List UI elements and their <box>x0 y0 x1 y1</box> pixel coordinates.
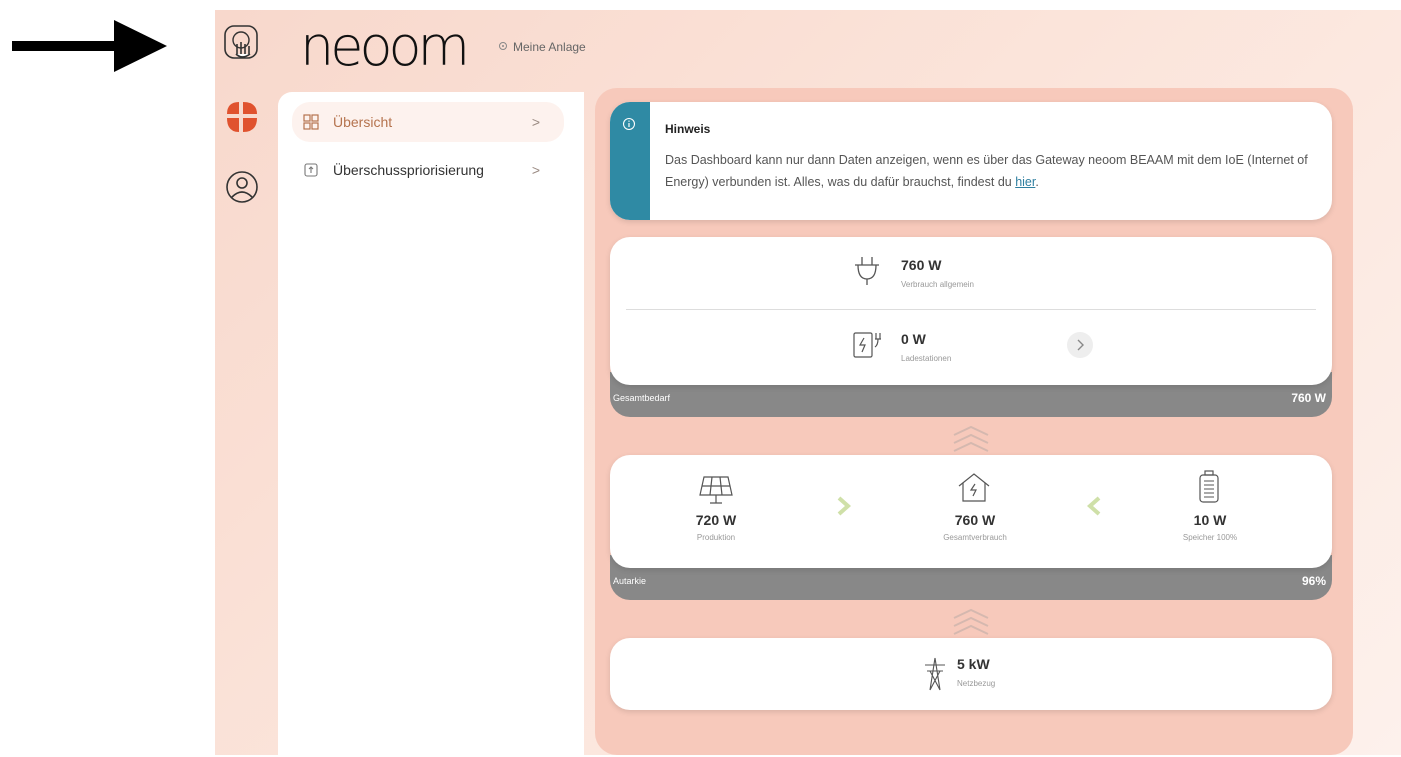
battery-storage-icon <box>1199 470 1219 503</box>
app-window: neoom Meine Anlage Übersicht > Überschus… <box>215 10 1401 755</box>
flow-left-chevron-icon <box>1086 496 1101 516</box>
location-pin-icon <box>499 42 507 50</box>
flow-right-chevron-icon <box>837 496 852 516</box>
notice-body: Das Dashboard kann nur dann Daten anzeig… <box>665 153 1308 189</box>
grid-icon <box>303 114 319 130</box>
plug-icon <box>855 257 879 285</box>
charging-label: Ladestationen <box>901 354 952 363</box>
charging-station-icon <box>853 332 881 358</box>
nav-item-label: Übersicht <box>333 114 393 130</box>
neoom-logo[interactable]: neoom <box>300 20 470 74</box>
chevron-right-circle-icon[interactable] <box>1066 331 1094 359</box>
divider <box>626 309 1316 310</box>
nav-item-ueberschusspriorisierung[interactable]: Überschusspriorisierung > <box>292 150 564 190</box>
hinweis-notice: Hinweis Das Dashboard kann nur dann Date… <box>610 102 1332 220</box>
autarkie-value: 96% <box>1301 574 1326 588</box>
dashboard-content: Hinweis Das Dashboard kann nur dann Date… <box>595 88 1353 755</box>
notice-end: . <box>1035 175 1039 189</box>
info-icon <box>622 117 636 131</box>
nav-item-uebersicht[interactable]: Übersicht > <box>292 102 564 142</box>
annotation-arrow <box>12 20 167 72</box>
solar-panel-icon <box>699 476 733 504</box>
dashboard-hand-icon[interactable] <box>223 24 261 62</box>
production-value: 720 W <box>695 512 737 528</box>
user-profile-icon[interactable] <box>223 168 261 206</box>
storage-label: Speicher 100% <box>1182 533 1238 542</box>
chevron-right-icon: > <box>531 162 540 178</box>
grid-card: 5 kW Netzbezug <box>610 638 1332 710</box>
notice-title: Hinweis <box>665 122 711 136</box>
notice-text: Das Dashboard kann nur dann Daten anzeig… <box>665 149 1325 193</box>
gesamtbedarf-label: Gesamtbedarf <box>613 393 671 403</box>
demand-card: 760 W Verbrauch allgemein 0 W Ladestatio… <box>610 237 1332 385</box>
consumption-label: Verbrauch allgemein <box>901 280 974 289</box>
chevron-right-icon: > <box>531 114 540 130</box>
total-consumption-value: 760 W <box>954 512 996 528</box>
autarkie-label: Autarkie <box>613 576 647 586</box>
nav-item-label: Überschusspriorisierung <box>333 162 484 178</box>
energy-flow-card: 720 W Produktion 760 W Gesamtverbrauch 1… <box>610 455 1332 568</box>
flow-chevrons-up-icon <box>953 608 989 635</box>
icon-rail <box>215 10 277 755</box>
total-consumption-label: Gesamtverbrauch <box>943 533 1007 542</box>
consumption-value: 760 W <box>901 257 942 273</box>
charging-value: 0 W <box>901 331 926 347</box>
side-navigation: Übersicht > Überschusspriorisierung > <box>278 92 584 755</box>
flow-chevrons-up-icon <box>953 425 989 452</box>
production-label: Produktion <box>696 533 736 542</box>
storage-value: 10 W <box>1193 512 1227 528</box>
priority-icon <box>304 163 318 177</box>
house-energy-icon <box>958 473 990 502</box>
grid-label: Netzbezug <box>957 679 996 688</box>
neoom-brand-icon[interactable] <box>223 98 261 136</box>
location-label: Meine Anlage <box>513 40 586 54</box>
grid-value: 5 kW <box>957 656 990 672</box>
power-pylon-icon <box>925 657 945 691</box>
gesamtbedarf-value: 760 W <box>1291 391 1326 405</box>
notice-link[interactable]: hier <box>1015 175 1035 189</box>
location-selector[interactable]: Meine Anlage <box>497 40 586 54</box>
